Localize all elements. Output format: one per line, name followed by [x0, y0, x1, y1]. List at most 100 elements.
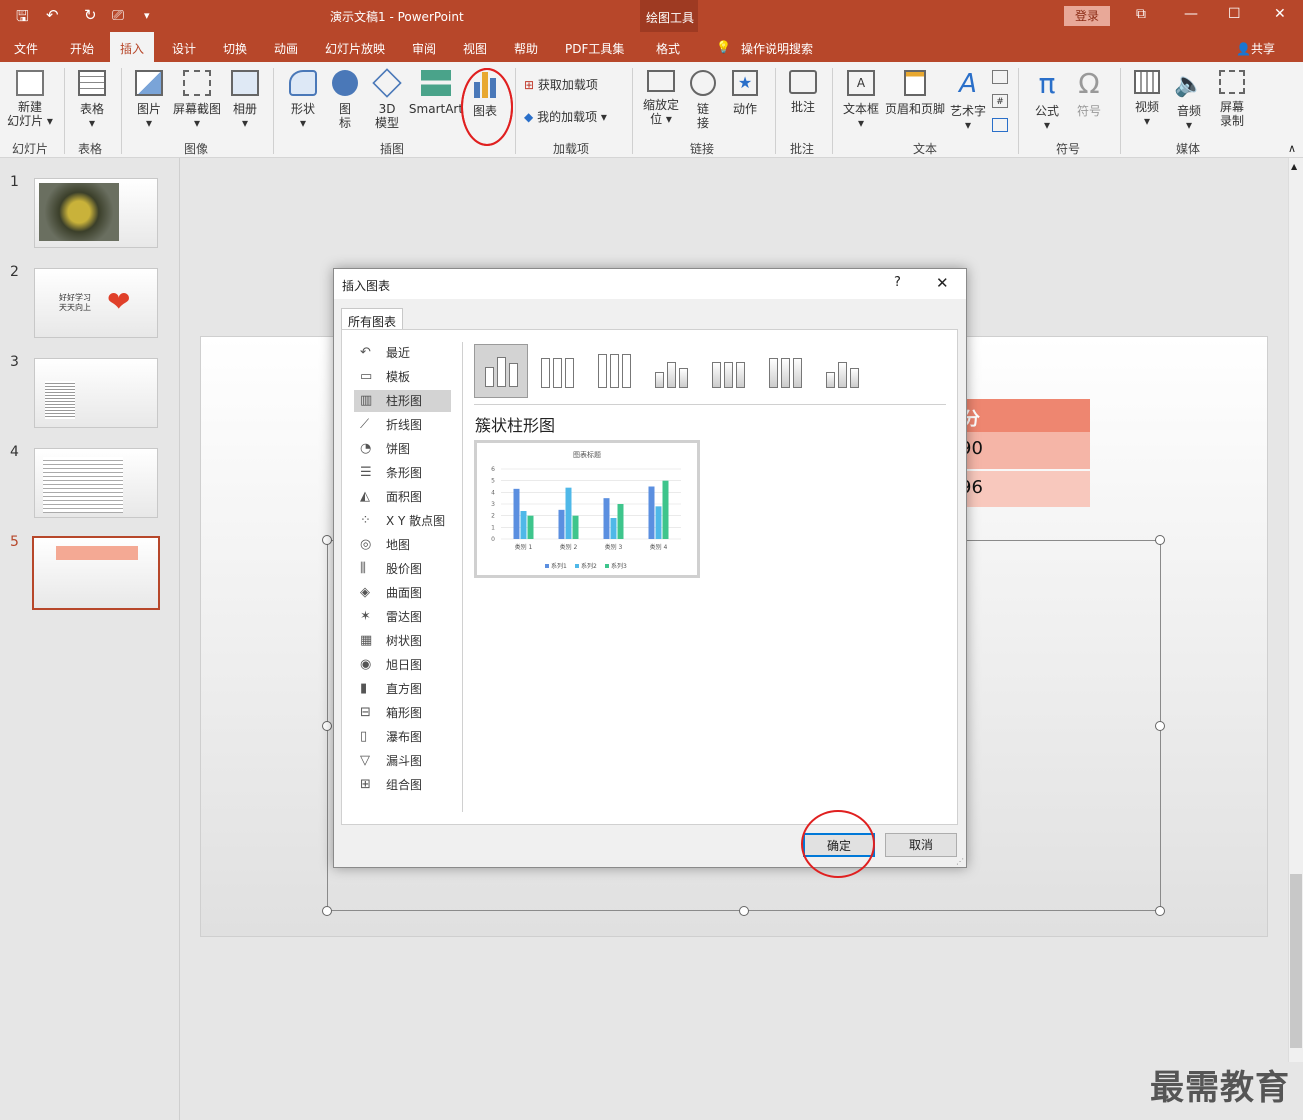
maximize-icon[interactable]: ☐	[1228, 6, 1241, 22]
resize-handle[interactable]	[739, 906, 749, 916]
resize-handle[interactable]	[322, 535, 332, 545]
vertical-scrollbar[interactable]: ▲	[1288, 158, 1303, 1062]
screenshot-button[interactable]: 屏幕截图 ▾	[170, 70, 224, 130]
chart-category-item[interactable]: ⟋ 折线图	[354, 414, 451, 436]
equation-button[interactable]: π 公式 ▾	[1030, 70, 1064, 133]
tab-design[interactable]: 设计	[172, 40, 196, 57]
tab-pdf-tools[interactable]: PDF工具集	[565, 40, 624, 57]
chart-category-item[interactable]: ▯ 瀑布图	[354, 726, 451, 748]
chart-category-item[interactable]: ◈ 曲面图	[354, 582, 451, 604]
chart-category-item[interactable]: ⫼ 股价图	[354, 558, 451, 580]
close-icon[interactable]: ✕	[936, 274, 949, 292]
resize-handle[interactable]	[1155, 721, 1165, 731]
cancel-button[interactable]: 取消	[885, 833, 957, 857]
object-icon[interactable]	[992, 118, 1008, 132]
slide-number-icon[interactable]: #	[992, 94, 1008, 108]
slide-thumb-3[interactable]	[34, 358, 158, 428]
screen-recording-button[interactable]: 屏幕 录制	[1214, 70, 1250, 128]
chart-category-item[interactable]: ◭ 面积图	[354, 486, 451, 508]
resize-handle[interactable]	[322, 906, 332, 916]
tab-transitions[interactable]: 切换	[223, 40, 247, 57]
tab-slideshow[interactable]: 幻灯片放映	[325, 40, 385, 57]
close-icon[interactable]: ✕	[1274, 6, 1286, 22]
login-button[interactable]: 登录	[1064, 6, 1110, 26]
picture-button[interactable]: 图片 ▾	[132, 70, 166, 130]
tab-view[interactable]: 视图	[463, 40, 487, 57]
chart-category-item[interactable]: ⊟ 箱形图	[354, 702, 451, 724]
chart-category-item[interactable]: ◔ 饼图	[354, 438, 451, 460]
chart-category-item[interactable]: ▥ 柱形图	[354, 390, 451, 412]
scroll-thumb[interactable]	[1290, 874, 1302, 1048]
undo-icon[interactable]: ↶	[46, 6, 59, 24]
column-subtype-option[interactable]	[816, 344, 870, 398]
my-addins-button[interactable]: ◆ 我的加载项 ▾	[524, 110, 624, 124]
scroll-up-icon[interactable]: ▲	[1291, 162, 1297, 171]
collapse-ribbon-icon[interactable]: ∧	[1288, 142, 1296, 155]
album-button[interactable]: 相册 ▾	[228, 70, 262, 130]
chart-category-item[interactable]: ⁘ X Y 散点图	[354, 510, 451, 532]
slide-thumb-5[interactable]	[32, 536, 160, 610]
header-footer-button[interactable]: 页眉和页脚	[884, 70, 946, 116]
action-button[interactable]: ★ 动作	[728, 70, 762, 116]
textbox-button[interactable]: A 文本框 ▾	[840, 70, 882, 130]
chart-category-item[interactable]: ▮ 直方图	[354, 678, 451, 700]
slide-table[interactable]: 分 90 96	[960, 399, 1090, 507]
chart-category-item[interactable]: ⊞ 组合图	[354, 774, 451, 796]
column-subtype-option[interactable]	[645, 344, 699, 398]
link-button[interactable]: 链接	[688, 70, 718, 130]
save-icon[interactable]: 🖫	[16, 6, 29, 31]
column-subtype-option[interactable]	[759, 344, 813, 398]
column-subtype-option[interactable]	[588, 344, 642, 398]
help-icon[interactable]: ?	[894, 275, 901, 290]
chart-category-item[interactable]: ◉ 旭日图	[354, 654, 451, 676]
shapes-button[interactable]: 形状 ▾	[284, 70, 322, 130]
new-slide-button[interactable]: 新建 幻灯片 ▾	[4, 70, 56, 128]
chart-category-item[interactable]: ▦ 树状图	[354, 630, 451, 652]
3d-model-button[interactable]: 3D 模型	[370, 68, 404, 130]
chart-preview[interactable]: 图表标题 0 1 2 3 4 5 6 类别 1 类别 2 类别 3 类别 4 系列1 系列2 系列3	[474, 440, 700, 578]
resize-handle[interactable]	[322, 721, 332, 731]
icons-button[interactable]: 图标	[330, 70, 360, 130]
video-button[interactable]: 视频 ▾	[1130, 70, 1164, 128]
resize-grip-icon[interactable]: ⋰	[956, 857, 964, 866]
tab-format[interactable]: 格式	[656, 40, 680, 57]
column-subtype-option[interactable]	[702, 344, 756, 398]
minimize-icon[interactable]: —	[1184, 6, 1198, 22]
tab-help[interactable]: 帮助	[514, 40, 538, 57]
chart-category-item[interactable]: ✶ 雷达图	[354, 606, 451, 628]
present-icon[interactable]: ⎚	[112, 6, 124, 24]
slide-number: 3	[10, 354, 19, 370]
share-button[interactable]: 👤共享	[1236, 40, 1275, 57]
tab-home[interactable]: 开始	[70, 40, 94, 57]
audio-button[interactable]: 🔈 音频 ▾	[1172, 70, 1206, 132]
get-addins-button[interactable]: ⊞ 获取加载项	[524, 78, 624, 92]
chart-category-item[interactable]: ↶ 最近	[354, 342, 451, 364]
chart-category-item[interactable]: ▭ 模板	[354, 366, 451, 388]
redo-icon[interactable]: ↻	[84, 6, 97, 24]
zoom-button[interactable]: 缩放定位 ▾	[640, 70, 682, 126]
slide-thumb-1[interactable]	[34, 178, 158, 248]
resize-handle[interactable]	[1155, 906, 1165, 916]
symbol-button[interactable]: Ω 符号	[1072, 70, 1106, 119]
wordart-button[interactable]: A 艺术字 ▾	[948, 70, 988, 132]
resize-handle[interactable]	[1155, 535, 1165, 545]
ribbon-display-icon[interactable]: ⧉	[1136, 6, 1146, 22]
customize-qat-icon[interactable]: ▾	[144, 9, 150, 22]
comment-button[interactable]: 批注	[786, 70, 820, 114]
slide-thumb-4[interactable]	[34, 448, 158, 518]
tab-review[interactable]: 审阅	[412, 40, 436, 57]
tab-animations[interactable]: 动画	[274, 40, 298, 57]
slide-thumb-2[interactable]: 好好学习 天天向上 ❤	[34, 268, 158, 338]
chart-category-item[interactable]: ☰ 条形图	[354, 462, 451, 484]
column-subtype-option[interactable]	[531, 344, 585, 398]
tell-me-search[interactable]: 操作说明搜索	[741, 40, 813, 57]
chart-category-item[interactable]: ▽ 漏斗图	[354, 750, 451, 772]
date-time-icon[interactable]	[992, 70, 1008, 84]
tab-insert[interactable]: 插入	[110, 32, 155, 62]
tab-file[interactable]: 文件	[14, 40, 38, 57]
column-subtype-option[interactable]	[474, 344, 528, 398]
chart-category-item[interactable]: ◎ 地图	[354, 534, 451, 556]
smartart-button[interactable]: SmartArt	[408, 70, 464, 116]
tab-all-charts[interactable]: 所有图表	[341, 308, 403, 330]
table-button[interactable]: 表格 ▾	[72, 70, 112, 130]
